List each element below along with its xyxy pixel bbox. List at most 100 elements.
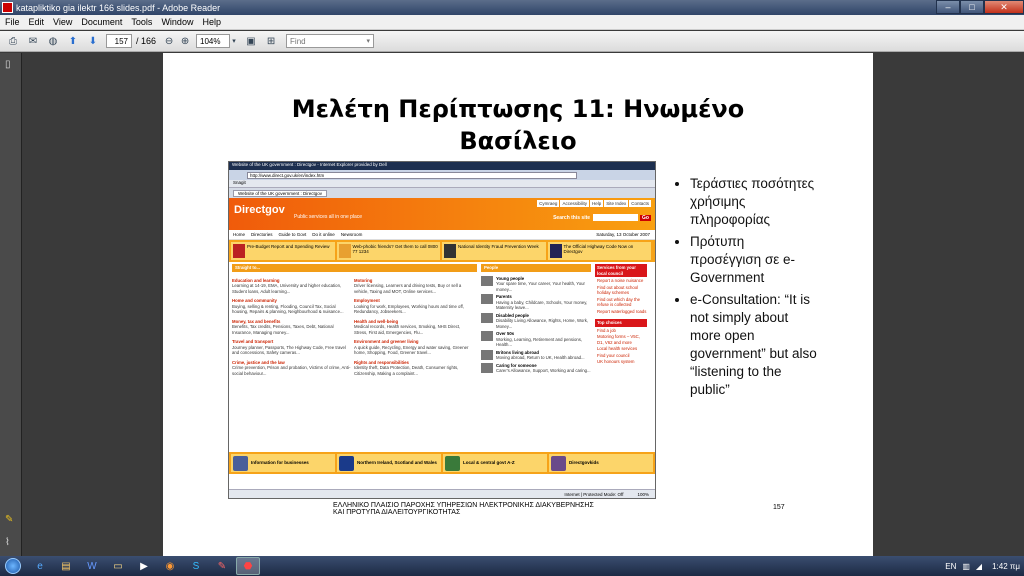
close-button[interactable]: ✕ [984, 0, 1024, 14]
windows-taskbar: e ▤ W ▭ ▶ ◉ S ✎ ⬣ EN ▥ ◢ 1:42 πμ [0, 556, 1024, 576]
print-icon[interactable]: ⎙ [6, 34, 20, 48]
people-desc: Moving abroad, Return to UK, Health abro… [496, 355, 585, 360]
slide-bullets: Τεράστιες ποσότητες χρήσιμης πληροφορίας… [668, 175, 818, 403]
collaborate-icon[interactable]: ◍ [46, 34, 60, 48]
word-taskbar-icon[interactable]: W [80, 557, 104, 575]
promo-image [444, 244, 456, 258]
minimize-button[interactable]: – [936, 0, 960, 14]
menu-tools[interactable]: Tools [131, 17, 152, 27]
promo-text: National Identity Fraud Prevention Week [458, 244, 539, 249]
people-desc: Carer's Allowance, Support, Working and … [496, 368, 591, 373]
volume-icon[interactable]: ◢ [976, 562, 982, 571]
ie-titlebar: Website of the UK government : Directgov… [229, 162, 655, 170]
zoom-in-icon[interactable]: ⊕ [178, 34, 192, 48]
category-desc: Medical records, Health services, Smokin… [354, 324, 461, 335]
language-indicator[interactable]: EN [945, 562, 956, 571]
folder-taskbar-icon[interactable]: ▭ [106, 557, 130, 575]
dg-promo: The Official Highway Code Now on Directg… [547, 242, 651, 260]
people-desc: Working, Learning, Retirement and pensio… [496, 336, 583, 348]
directgov-screenshot: Website of the UK government : Directgov… [228, 161, 656, 499]
bullet-item: Τεράστιες ποσότητες χρήσιμης πληροφορίας [690, 175, 818, 229]
ie-statusbar: Internet | Protected Mode: Off 100% [229, 489, 655, 498]
person-photo [481, 312, 493, 323]
menu-file[interactable]: File [5, 17, 20, 27]
person-photo [481, 275, 493, 286]
explorer-taskbar-icon[interactable]: ▤ [54, 557, 78, 575]
zoom-dropdown-icon[interactable]: ▾ [230, 34, 238, 48]
directgov-bottom-promos: Information for businesses Northern Irel… [229, 452, 655, 474]
ie-fav-label: Snagit [233, 180, 246, 185]
category-desc: Crime prevention, Prison and probation, … [232, 365, 351, 376]
menu-document[interactable]: Document [81, 17, 122, 27]
bottom-promo-text: Local & central govt A-Z [463, 460, 515, 465]
page-number-input[interactable]: 157 [106, 34, 132, 48]
person-photo [481, 294, 493, 304]
previous-page-icon[interactable]: ⬆ [66, 34, 80, 48]
straight-to-column: Straight to... Education and learning Lea… [232, 264, 477, 378]
bullet-item: Πρότυπη προσέγγιση σε e-Government [690, 233, 818, 287]
directgov-promos: Pre-Budget Report and Spending Review We… [229, 240, 655, 262]
firefox-taskbar-icon[interactable]: ◉ [158, 557, 182, 575]
reader-toolbar: ⎙ ✉ ◍ ⬆ ⬇ 157 / 166 ⊖ ⊕ 104% ▾ ▣ ⊞ Find … [0, 31, 1024, 52]
people-desc: Your spare time, Your career, Your healt… [496, 281, 585, 292]
fit-width-icon[interactable]: ⊞ [264, 34, 278, 48]
ie-favorites-bar: Snagit [229, 180, 655, 188]
bottom-promo-text: Information for businesses [251, 460, 309, 465]
attachments-icon[interactable]: ⌇ [5, 537, 17, 549]
dg-search-go: Go [640, 214, 651, 221]
slide-title-line1: Μελέτη Περίπτωσης 11: Ηνωμένο [291, 95, 745, 123]
menu-edit[interactable]: Edit [29, 17, 45, 27]
adobe-reader-taskbar-icon[interactable]: ⬣ [236, 557, 260, 575]
promo-image [445, 456, 460, 471]
menu-help[interactable]: Help [202, 17, 221, 27]
start-button[interactable] [0, 556, 26, 576]
dg-link: Accessibility [560, 200, 589, 207]
straight-to-header: Straight to... [232, 264, 477, 272]
maximize-button[interactable]: □ [960, 0, 984, 14]
directgov-top-links: Cymraeg Accessibility Help Site Index Co… [536, 200, 651, 207]
top-choices-header: Top choices [595, 319, 647, 327]
category-item: Money, tax and benefits Benefits, Tax cre… [232, 317, 354, 338]
next-page-icon[interactable]: ⬇ [86, 34, 100, 48]
comments-icon[interactable]: ✎ [5, 514, 17, 526]
people-item: Britons living abroad Moving abroad, Retu… [481, 349, 591, 361]
menu-window[interactable]: Window [161, 17, 193, 27]
slide-page-number: 157 [773, 504, 785, 511]
fit-page-icon[interactable]: ▣ [244, 34, 258, 48]
menu-view[interactable]: View [53, 17, 72, 27]
council-item: Find out which day the refuse is collect… [597, 296, 640, 308]
bottom-promo: Directgovkids [549, 454, 653, 472]
category-desc: A quick guide, Recycling, Energy and wat… [354, 344, 469, 356]
category-item: Rights and responsibilities Identity thef… [354, 358, 476, 379]
zoom-out-icon[interactable]: ⊖ [162, 34, 176, 48]
council-item: Report waterlogged roads [597, 308, 647, 314]
ie-taskbar-icon[interactable]: e [28, 557, 52, 575]
dg-nav-item: Guide to Govt [278, 232, 307, 237]
people-item: Young people Your spare time, Your career… [481, 275, 591, 293]
network-icon[interactable]: ▥ [962, 562, 970, 571]
people-desc: Disability Living Allowance, Rights, Hom… [496, 318, 589, 329]
category-desc: Identity theft, Data Protection, Death, … [354, 365, 459, 376]
ie-address-bar: http://www.direct.gov.uk/en/index.htm [229, 170, 655, 180]
email-icon[interactable]: ✉ [26, 34, 40, 48]
promo-image [549, 244, 562, 258]
promo-image [551, 456, 566, 471]
media-taskbar-icon[interactable]: ▶ [132, 557, 156, 575]
dg-promo: Pre-Budget Report and Spending Review [231, 242, 335, 260]
category-desc: Looking for work, Employees, Working hou… [354, 303, 464, 315]
paint-taskbar-icon[interactable]: ✎ [210, 557, 234, 575]
category-desc: Driver licensing, Learners and driving t… [354, 283, 462, 294]
category-desc: Buying, selling & renting, Flooding, Cou… [232, 303, 344, 315]
find-input[interactable]: Find ▾ [286, 34, 375, 48]
skype-taskbar-icon[interactable]: S [184, 557, 208, 575]
find-dropdown-icon[interactable]: ▾ [367, 37, 371, 45]
category-item: Motoring Driver licensing, Learners and d… [354, 276, 476, 297]
promo-image [233, 244, 245, 258]
zoom-level-input[interactable]: 104% [196, 34, 231, 48]
pages-icon[interactable]: ▯ [5, 59, 17, 71]
promo-image [338, 244, 351, 258]
bottom-promo: Local & central govt A-Z [443, 454, 547, 472]
clock[interactable]: 1:42 πμ [992, 562, 1020, 571]
ie-tab-bar: Website of the UK government : Directgov [229, 188, 655, 198]
dg-nav-item: Directories [251, 232, 273, 237]
